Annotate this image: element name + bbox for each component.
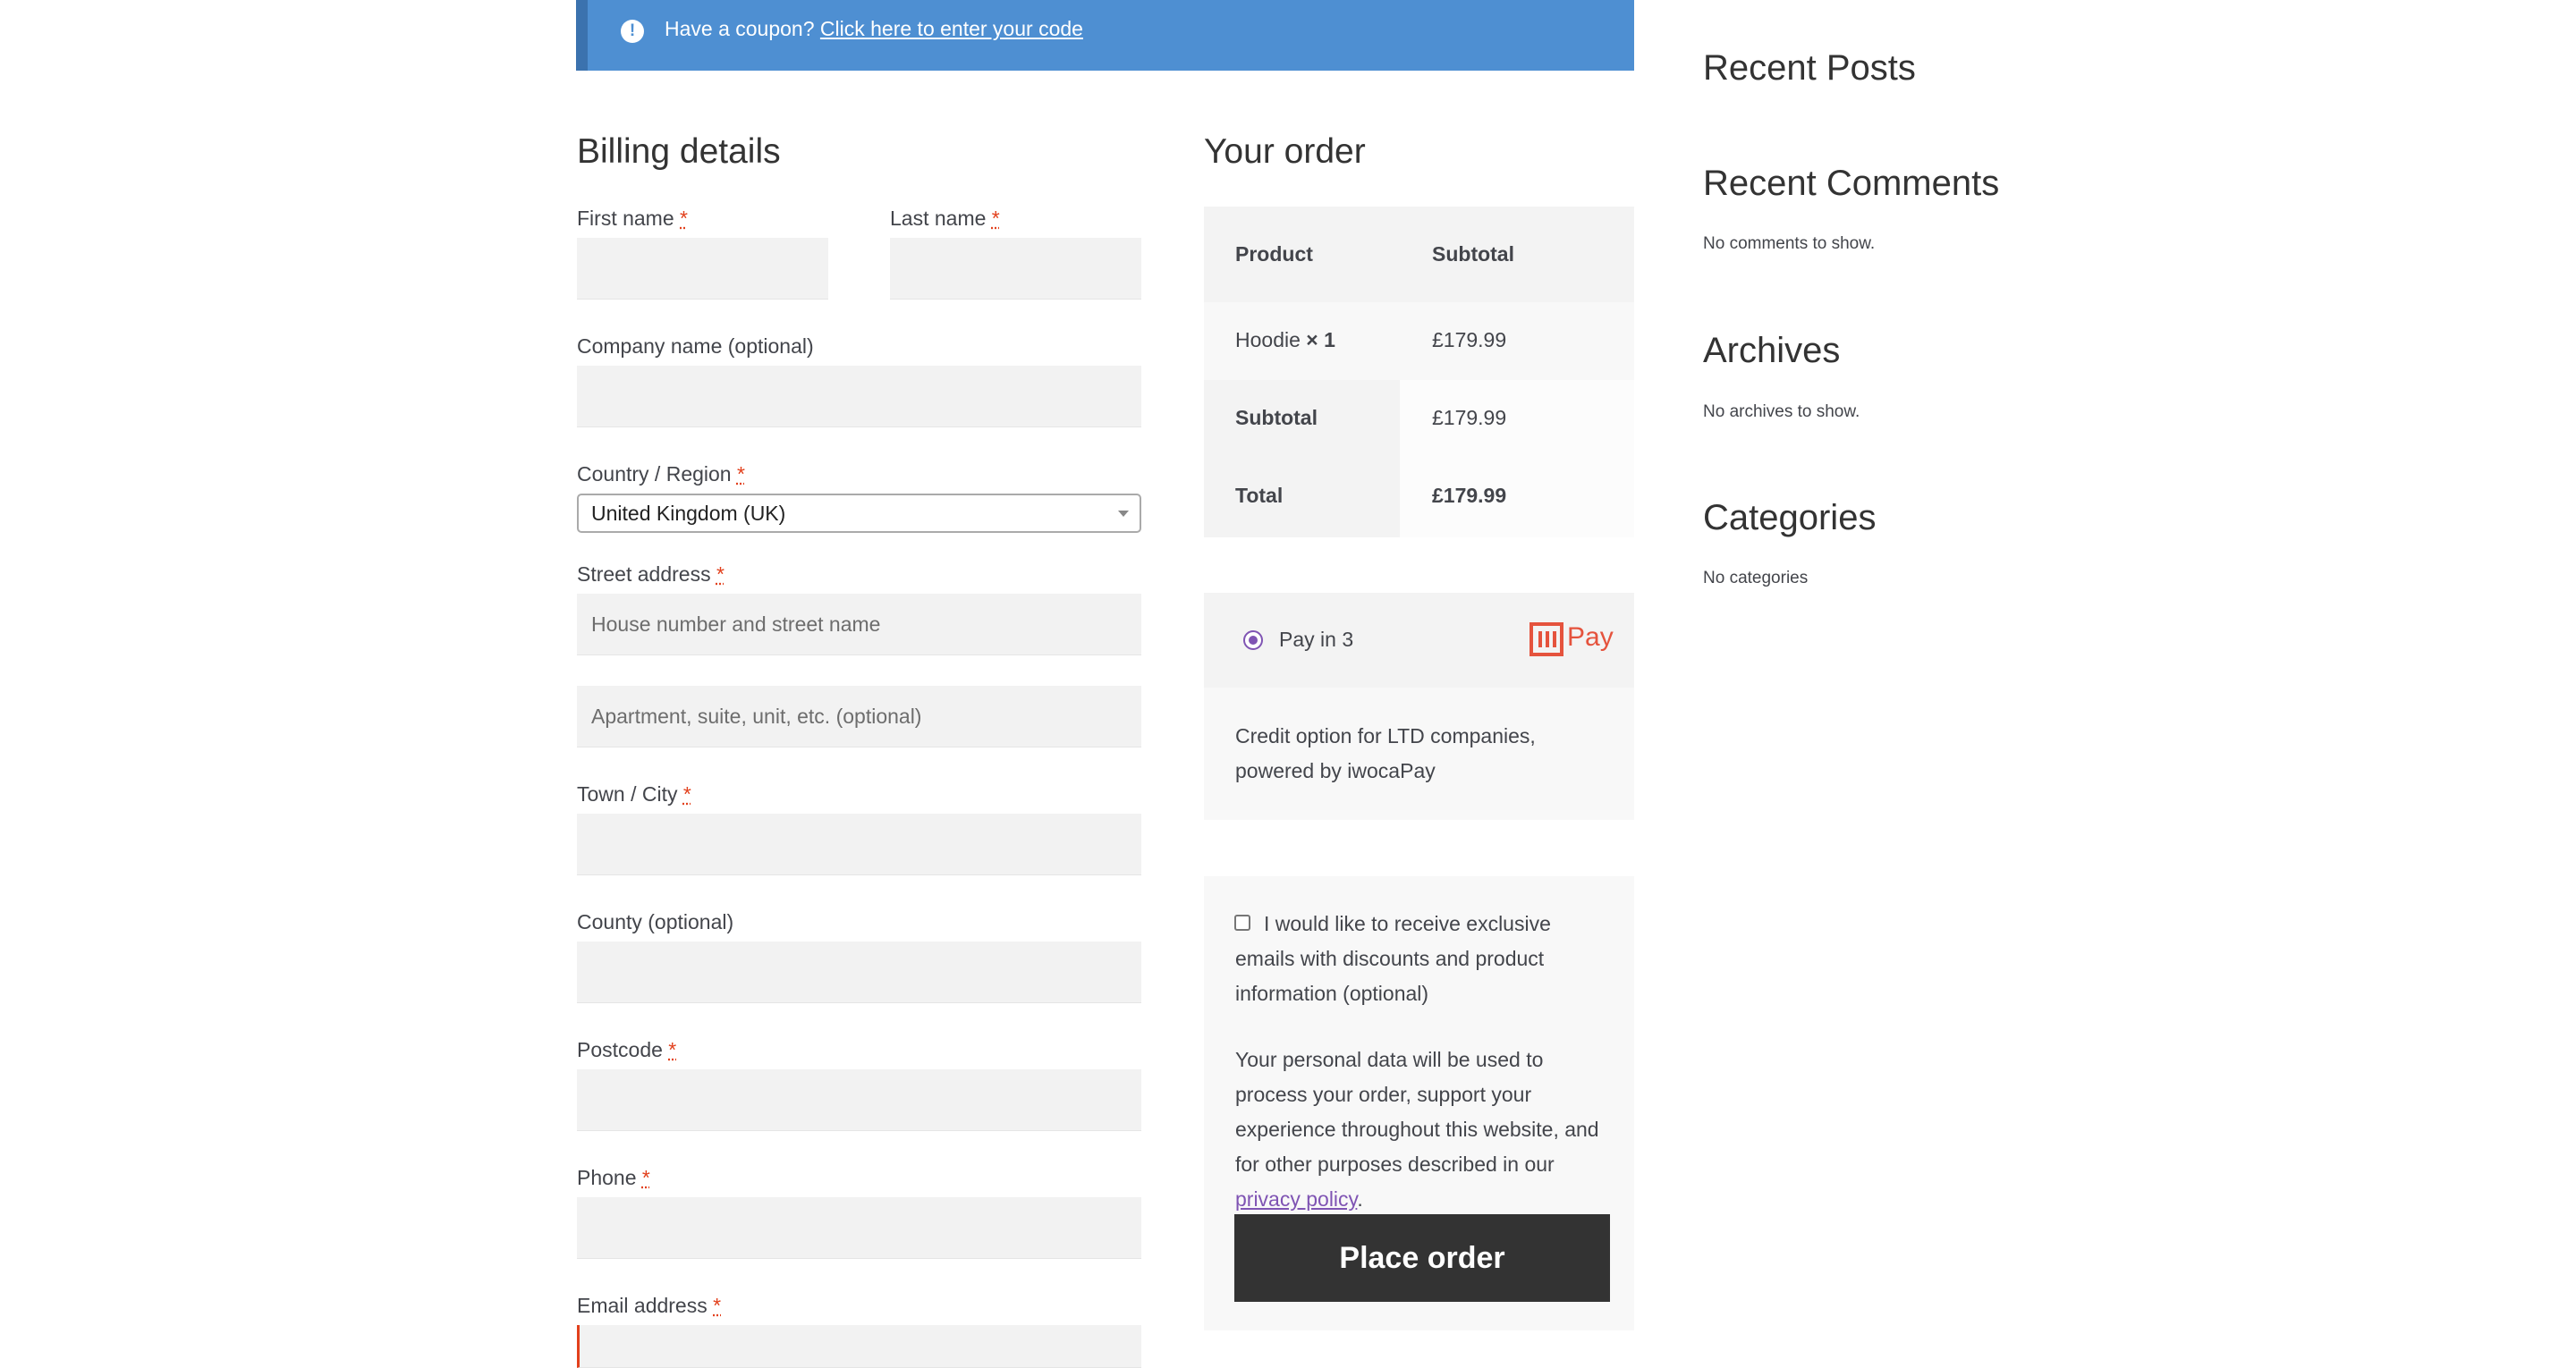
categories-heading: Categories [1703,498,1877,537]
no-comments-text: No comments to show. [1703,234,1876,253]
recent-posts-heading: Recent Posts [1703,48,1916,88]
subtotal-value: £179.99 [1432,406,1507,429]
postcode-input[interactable] [577,1069,1141,1131]
recent-comments-heading: Recent Comments [1703,164,2000,203]
country-select[interactable]: United Kingdom (UK) [577,494,1141,533]
first-name-input[interactable] [577,238,828,300]
total-label: Total [1235,484,1284,507]
info-icon: ! [621,20,644,43]
notice-accent-bar [576,0,588,71]
email-label: Email address * [577,1294,722,1317]
privacy-policy-link[interactable]: privacy policy [1235,1187,1357,1211]
order-totals-values-bg [1400,380,1634,537]
email-input[interactable] [577,1325,1141,1368]
col-subtotal-header: Subtotal [1432,242,1514,266]
no-categories-text: No categories [1703,569,1809,587]
phone-input[interactable] [577,1197,1141,1259]
place-order-button[interactable]: Place order [1234,1214,1610,1302]
col-product-header: Product [1235,242,1313,266]
town-input[interactable] [577,814,1141,875]
county-label: County (optional) [577,910,734,933]
order-totals-labels-bg [1204,380,1400,537]
payment-description: Credit option for LTD companies, powered… [1235,724,1536,782]
company-input[interactable] [577,366,1141,427]
country-value: United Kingdom (UK) [591,501,786,525]
street-address-input[interactable]: House number and street name [577,594,1141,655]
county-input[interactable] [577,942,1141,1003]
privacy-notice: Your personal data will be used to proce… [1235,1048,1599,1211]
iwoca-pay-logo: Pay [1530,622,1635,656]
chevron-down-icon [1118,511,1129,517]
billing-title: Billing details [577,132,781,171]
company-label: Company name (optional) [577,334,814,358]
order-item-price: £179.99 [1432,328,1507,351]
coupon-question: Have a coupon? [665,17,815,40]
coupon-notice-text: Have a coupon? Click here to enter your … [665,17,1083,41]
country-label: Country / Region * [577,462,745,486]
archives-heading: Archives [1703,331,1841,370]
payment-method-label[interactable]: Pay in 3 [1279,628,1353,652]
order-item-name: Hoodie × 1 [1235,328,1335,351]
total-value: £179.99 [1432,484,1507,507]
subtotal-label: Subtotal [1235,406,1318,429]
first-name-label: First name * [577,207,688,230]
payment-radio[interactable] [1243,630,1263,650]
street-label: Street address * [577,562,724,586]
last-name-input[interactable] [890,238,1141,300]
no-archives-text: No archives to show. [1703,402,1860,421]
phone-label: Phone * [577,1166,650,1189]
coupon-notice: ! Have a coupon? Click here to enter you… [576,0,1634,71]
iwoca-pay-text: Pay [1567,622,1614,652]
enter-coupon-link[interactable]: Click here to enter your code [820,17,1083,40]
last-name-label: Last name * [890,207,1000,230]
marketing-checkbox-label: I would like to receive exclusive emails… [1235,912,1551,1005]
postcode-label: Postcode * [577,1038,677,1061]
street-address-2-input[interactable]: Apartment, suite, unit, etc. (optional) [577,686,1141,747]
town-label: Town / City * [577,782,691,806]
order-title: Your order [1204,132,1366,171]
